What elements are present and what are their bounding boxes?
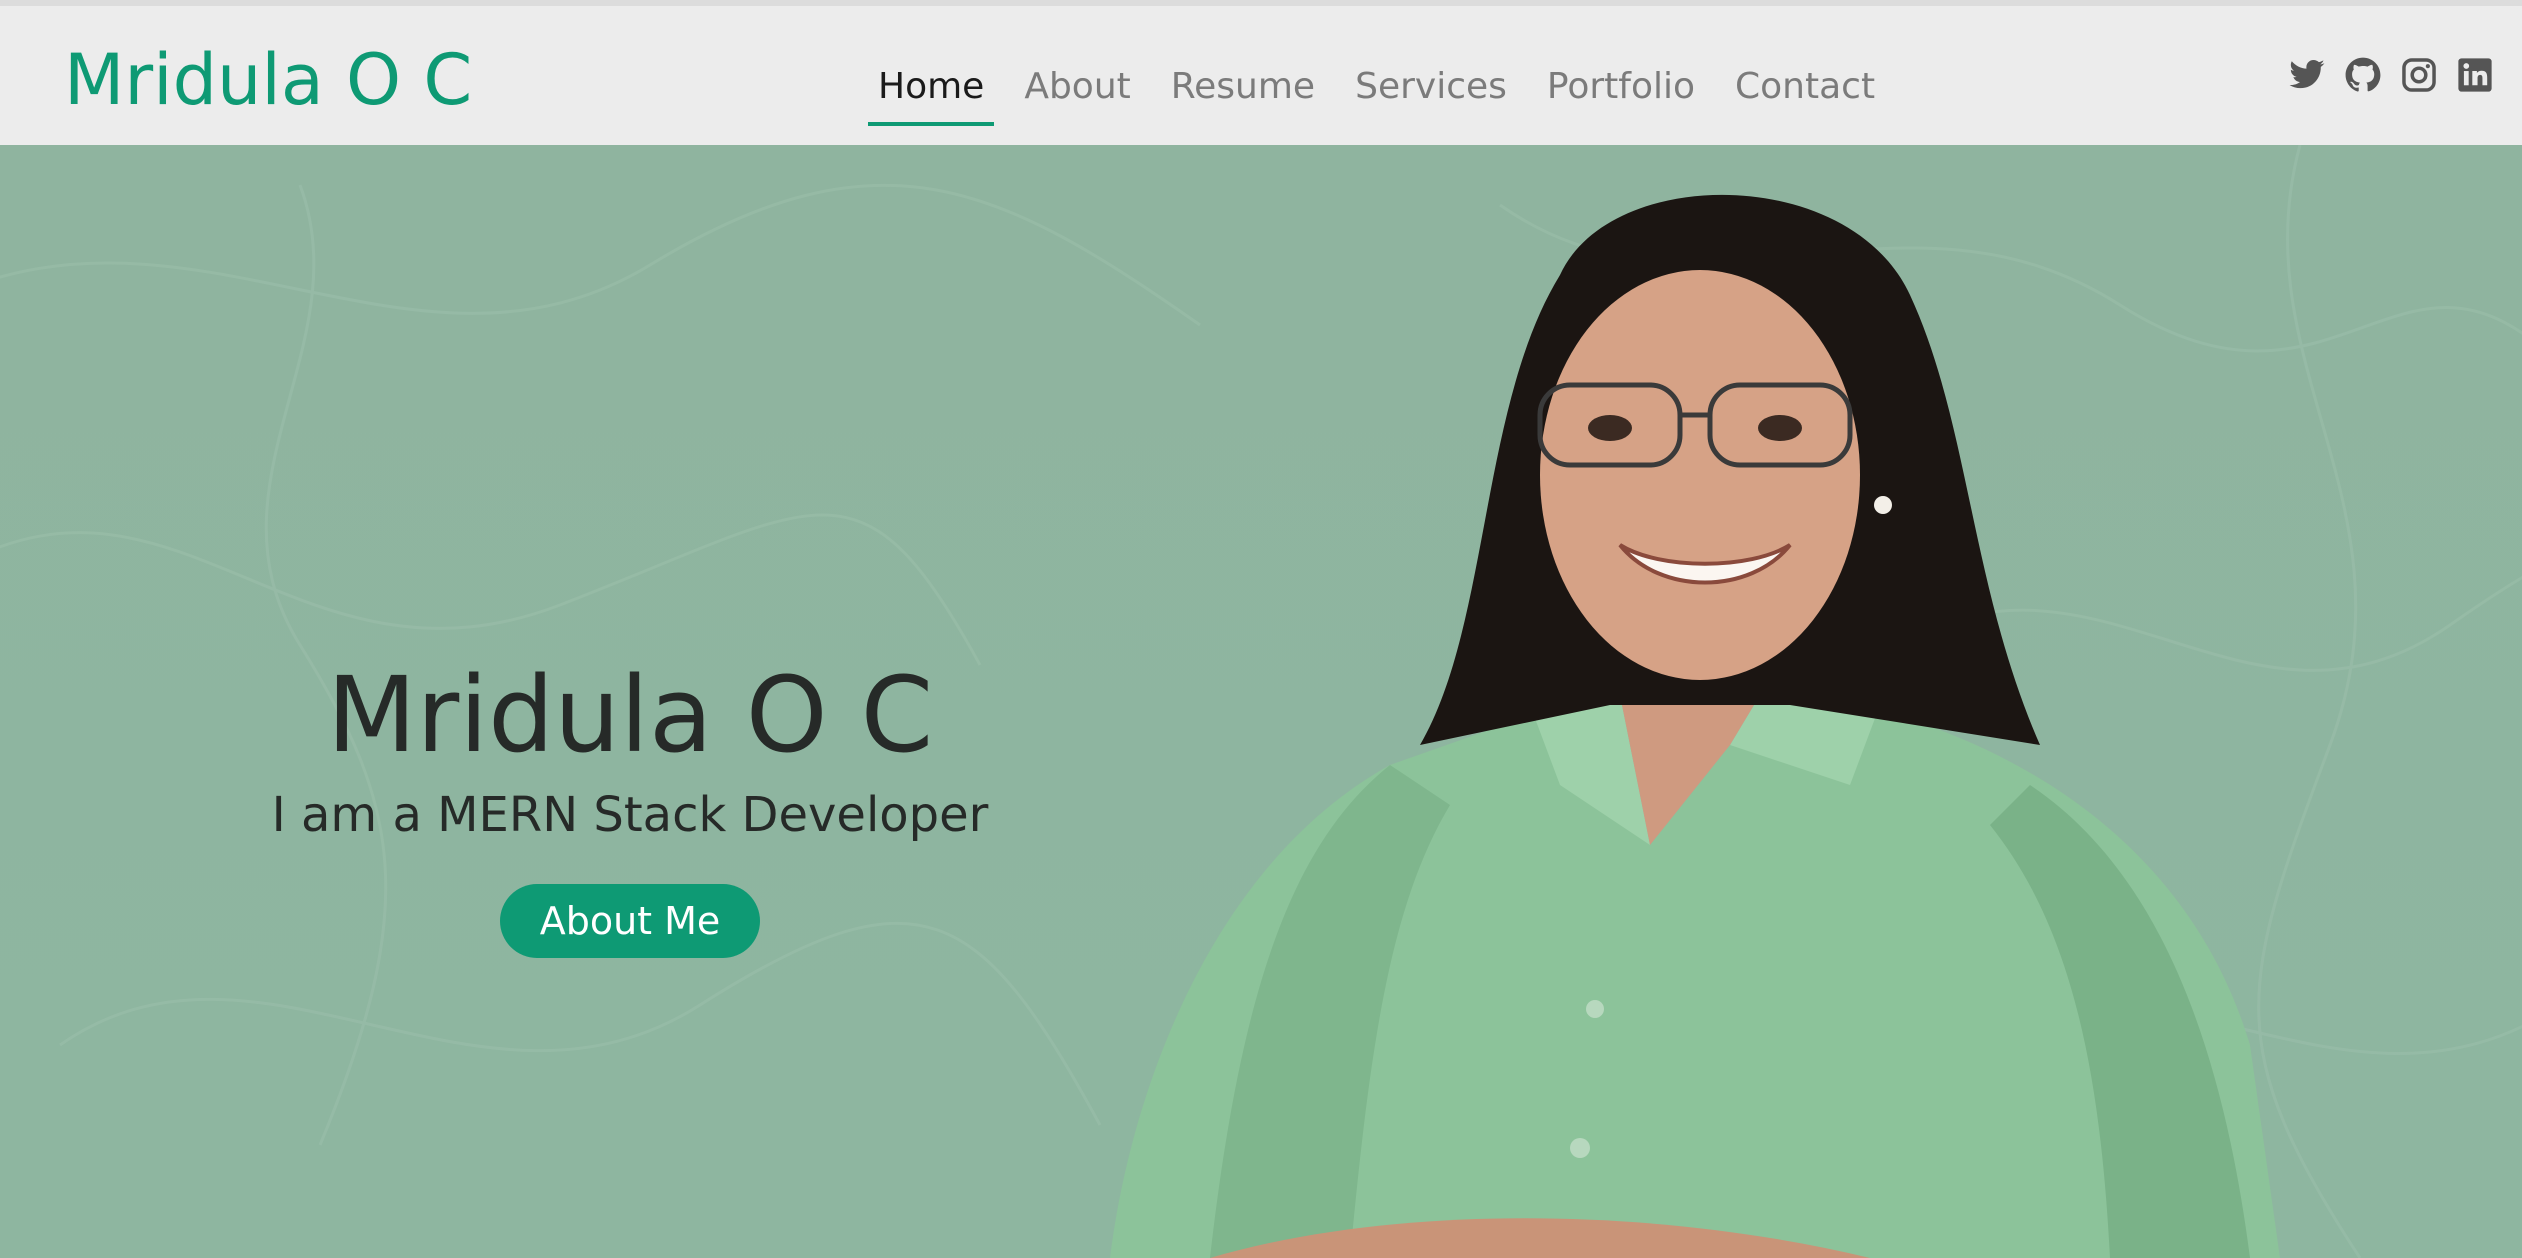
nav-portfolio[interactable]: Portfolio xyxy=(1537,56,1705,126)
github-icon[interactable] xyxy=(2344,56,2382,94)
hero-tagline: I am a MERN Stack Developer xyxy=(271,787,989,843)
about-me-button[interactable]: About Me xyxy=(499,884,761,958)
instagram-icon[interactable] xyxy=(2400,56,2438,94)
social-links xyxy=(2288,56,2494,94)
brand-logo[interactable]: Mridula O C xyxy=(64,32,472,128)
nav-home[interactable]: Home xyxy=(868,56,995,126)
main-nav: Home About Resume Services Portfolio Con… xyxy=(868,56,1905,128)
nav-resume[interactable]: Resume xyxy=(1161,56,1325,126)
nav-contact[interactable]: Contact xyxy=(1725,56,1885,126)
site-header: Mridula O C Home About Resume Services P… xyxy=(0,6,2522,145)
linkedin-icon[interactable] xyxy=(2456,56,2494,94)
hero-section: Mridula O C I am a MERN Stack Developer … xyxy=(0,145,2522,1258)
hero-name: Mridula O C xyxy=(326,654,934,776)
nav-about[interactable]: About xyxy=(1014,56,1140,126)
twitter-icon[interactable] xyxy=(2288,56,2326,94)
profile-photo xyxy=(1110,194,2280,1258)
hero-text-block: Mridula O C I am a MERN Stack Developer … xyxy=(230,650,1030,958)
nav-services[interactable]: Services xyxy=(1345,56,1517,126)
